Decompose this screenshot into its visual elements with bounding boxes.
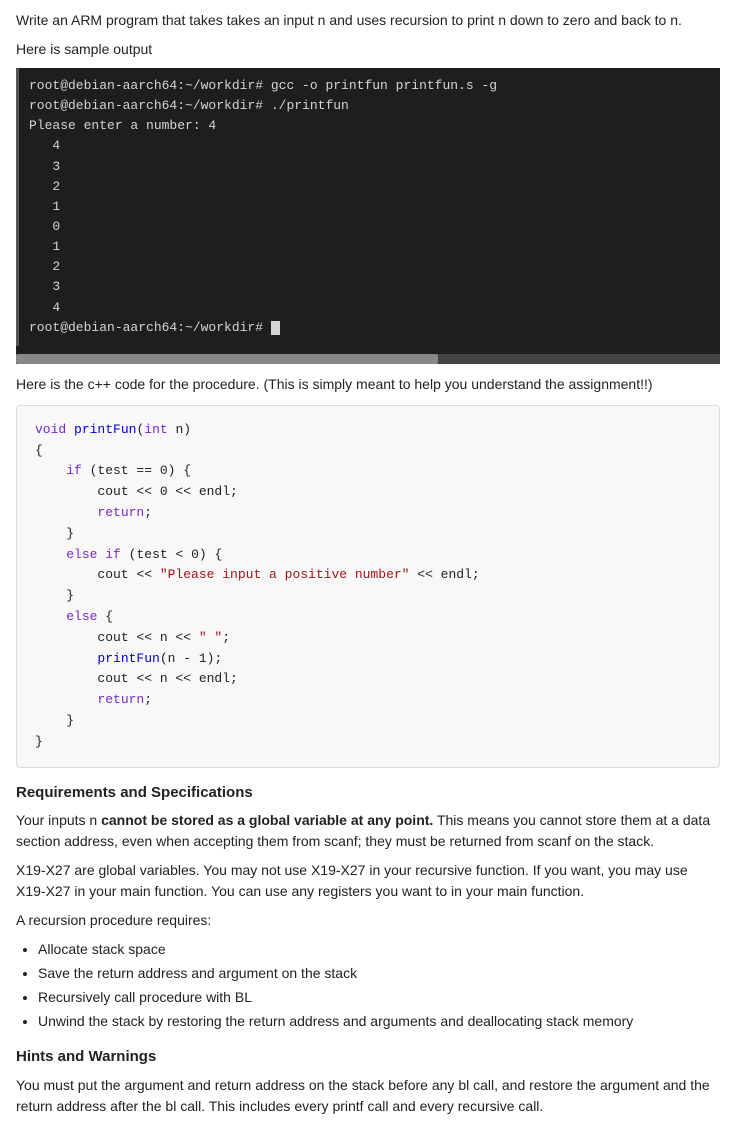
requirements-para3: A recursion procedure requires: — [16, 910, 720, 931]
terminal-line-13: root@debian-aarch64:~/workdir# — [29, 320, 280, 335]
kw-return1: return — [97, 505, 144, 520]
requirements-para2: X19-X27 are global variables. You may no… — [16, 860, 720, 902]
requirements-para1: Your inputs n cannot be stored as a glob… — [16, 810, 720, 852]
kw-return2: return — [97, 692, 144, 707]
bullet-3: Recursively call procedure with BL — [38, 987, 720, 1008]
hints-section: Hints and Warnings You must put the argu… — [16, 1046, 720, 1117]
hints-para1: You must put the argument and return add… — [16, 1075, 720, 1117]
terminal-output: root@debian-aarch64:~/workdir# gcc -o pr… — [16, 68, 720, 346]
str-please: "Please input a positive number" — [160, 567, 410, 582]
requirements-title: Requirements and Specifications — [16, 782, 720, 805]
kw-void: void — [35, 422, 66, 437]
bullet-2: Save the return address and argument on … — [38, 963, 720, 984]
kw-else1: else — [66, 547, 97, 562]
terminal-line-9: 1 — [29, 239, 60, 254]
code-block: void printFun(int n) { if (test == 0) { … — [16, 405, 720, 768]
terminal-horizontal-scrollbar[interactable] — [16, 354, 720, 364]
kw-int: int — [144, 422, 167, 437]
terminal-line-11: 3 — [29, 279, 60, 294]
terminal-scrollbar-thumb[interactable] — [16, 354, 438, 364]
terminal-line-3: Please enter a number: 4 — [29, 118, 216, 133]
hints-title: Hints and Warnings — [16, 1046, 720, 1069]
sample-output-label: Here is sample output — [16, 39, 720, 60]
fn-printfun-call: printFun — [97, 651, 159, 666]
requirements-bullets: Allocate stack space Save the return add… — [32, 939, 720, 1032]
bullet-1: Allocate stack space — [38, 939, 720, 960]
cpp-code-label: Here is the c++ code for the procedure. … — [16, 374, 720, 395]
terminal-line-2: root@debian-aarch64:~/workdir# ./printfu… — [29, 98, 349, 113]
kw-if1: if — [66, 463, 82, 478]
terminal-line-1: root@debian-aarch64:~/workdir# gcc -o pr… — [29, 78, 497, 93]
kw-if2: if — [105, 547, 121, 562]
kw-else2: else — [66, 609, 97, 624]
assignment-description: Write an ARM program that takes takes an… — [16, 10, 720, 31]
terminal-block: root@debian-aarch64:~/workdir# gcc -o pr… — [16, 68, 720, 364]
terminal-line-10: 2 — [29, 259, 60, 274]
str-space: " " — [199, 630, 222, 645]
fn-printfun: printFun — [74, 422, 136, 437]
bullet-4: Unwind the stack by restoring the return… — [38, 1011, 720, 1032]
terminal-line-5: 3 — [29, 159, 60, 174]
terminal-line-6: 2 — [29, 179, 60, 194]
terminal-line-8: 0 — [29, 219, 60, 234]
terminal-line-7: 1 — [29, 199, 60, 214]
terminal-line-12: 4 — [29, 300, 60, 315]
req-para1-bold: cannot be stored as a global variable at… — [101, 812, 433, 828]
req-para1-start: Your inputs n — [16, 812, 101, 828]
terminal-line-4: 4 — [29, 138, 60, 153]
